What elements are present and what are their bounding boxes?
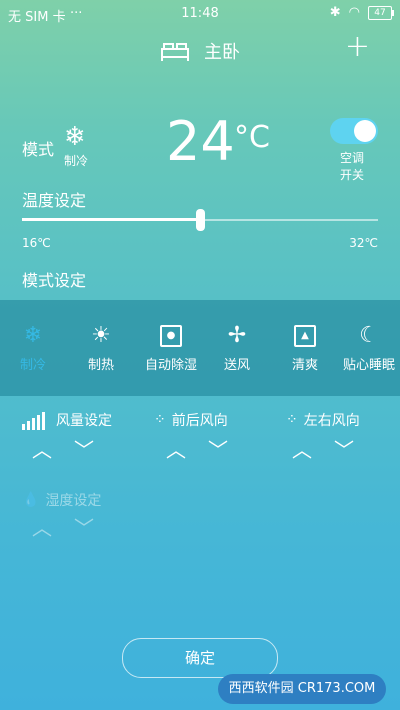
battery-icon: 47	[368, 5, 394, 20]
mode-sleep-button[interactable]: ☾ 贴心睡眠	[336, 322, 400, 373]
wifi-icon: ◠	[348, 5, 360, 20]
temp-setting-title: 温度设定	[22, 191, 87, 210]
temp-min-label: 16℃	[22, 236, 51, 250]
fan-speed-arrows: ︿ ﹀	[32, 434, 94, 463]
mode-label: 模式	[22, 140, 55, 159]
mode-setting-title: 模式设定	[22, 271, 87, 290]
mode-fresh-button[interactable]: ▲ 清爽	[272, 322, 338, 373]
fan-speed-down-button[interactable]: ﹀	[74, 434, 94, 463]
temperature-unit: °C	[234, 120, 270, 155]
watermark-logo: 西西软件园 CR173.COM	[218, 674, 386, 704]
snowflake-icon: ❄	[23, 323, 43, 348]
humidity-down-button[interactable]: ﹀	[74, 512, 94, 541]
add-button[interactable]: +	[345, 32, 370, 62]
droplet-icon: ●	[138, 322, 204, 350]
horizontal-swing-right-button[interactable]: ﹀	[334, 434, 354, 463]
bluetooth-icon: ✱	[329, 5, 341, 20]
vertical-swing-icon: ⁘	[154, 412, 166, 428]
temp-slider-fill	[22, 218, 200, 221]
current-mode-label: 制冷	[64, 154, 89, 168]
vertical-swing-down-button[interactable]: ﹀	[208, 434, 228, 463]
vertical-swing-label: 前后风向	[171, 413, 228, 429]
mode-heat-button[interactable]: ☀ 制热	[68, 322, 134, 373]
drops-icon: 💧	[22, 492, 40, 508]
horizontal-swing-label: 左右风向	[303, 413, 360, 429]
status-bar: 无 SIM 卡 ··· 11:48 ✱ ◠ 47	[0, 0, 400, 28]
horizontal-swing-icon: ⁘	[286, 412, 298, 428]
room-header[interactable]: 主卧	[160, 38, 240, 64]
vertical-swing-control: ⁘ 前后风向	[154, 410, 228, 430]
power-label: 空调开关	[339, 151, 364, 182]
horizontal-swing-arrows: ︿ ﹀	[292, 434, 354, 463]
humidity-control: 💧 湿度设定	[22, 490, 101, 510]
sun-icon: ☀	[91, 323, 111, 348]
humidity-arrows: ︿ ﹀	[32, 512, 94, 541]
temp-max-label: 32℃	[349, 236, 378, 250]
room-title: 主卧	[204, 42, 240, 63]
horizontal-swing-control: ⁘ 左右风向	[286, 410, 360, 430]
fresh-icon: ▲	[272, 322, 338, 350]
fan-speed-up-button[interactable]: ︿	[32, 434, 52, 463]
fan-speed-control: 风量设定	[22, 410, 112, 430]
confirm-button[interactable]: 确定	[122, 638, 278, 678]
horizontal-swing-left-button[interactable]: ︿	[292, 434, 312, 463]
temp-slider-handle[interactable]	[196, 209, 205, 231]
humidity-up-button[interactable]: ︿	[32, 512, 52, 541]
signal-bars-icon	[22, 412, 45, 430]
power-toggle[interactable]	[330, 118, 378, 144]
vertical-swing-up-button[interactable]: ︿	[166, 434, 186, 463]
fan-icon: ✢	[227, 323, 247, 348]
snowflake-icon: ❄	[64, 122, 86, 152]
mode-cool-button[interactable]: ❄ 制冷	[0, 322, 66, 373]
mode-fan-button[interactable]: ✢ 送风	[204, 322, 270, 373]
vertical-swing-arrows: ︿ ﹀	[166, 434, 228, 463]
humidity-label: 湿度设定	[45, 493, 102, 509]
fan-speed-label: 风量设定	[56, 413, 112, 429]
toggle-knob	[354, 120, 376, 142]
moon-icon: ☾	[359, 323, 379, 348]
mode-dehumidify-button[interactable]: ● 自动除湿	[138, 322, 204, 373]
bed-icon	[161, 43, 189, 61]
temperature-value: 24	[166, 110, 235, 173]
